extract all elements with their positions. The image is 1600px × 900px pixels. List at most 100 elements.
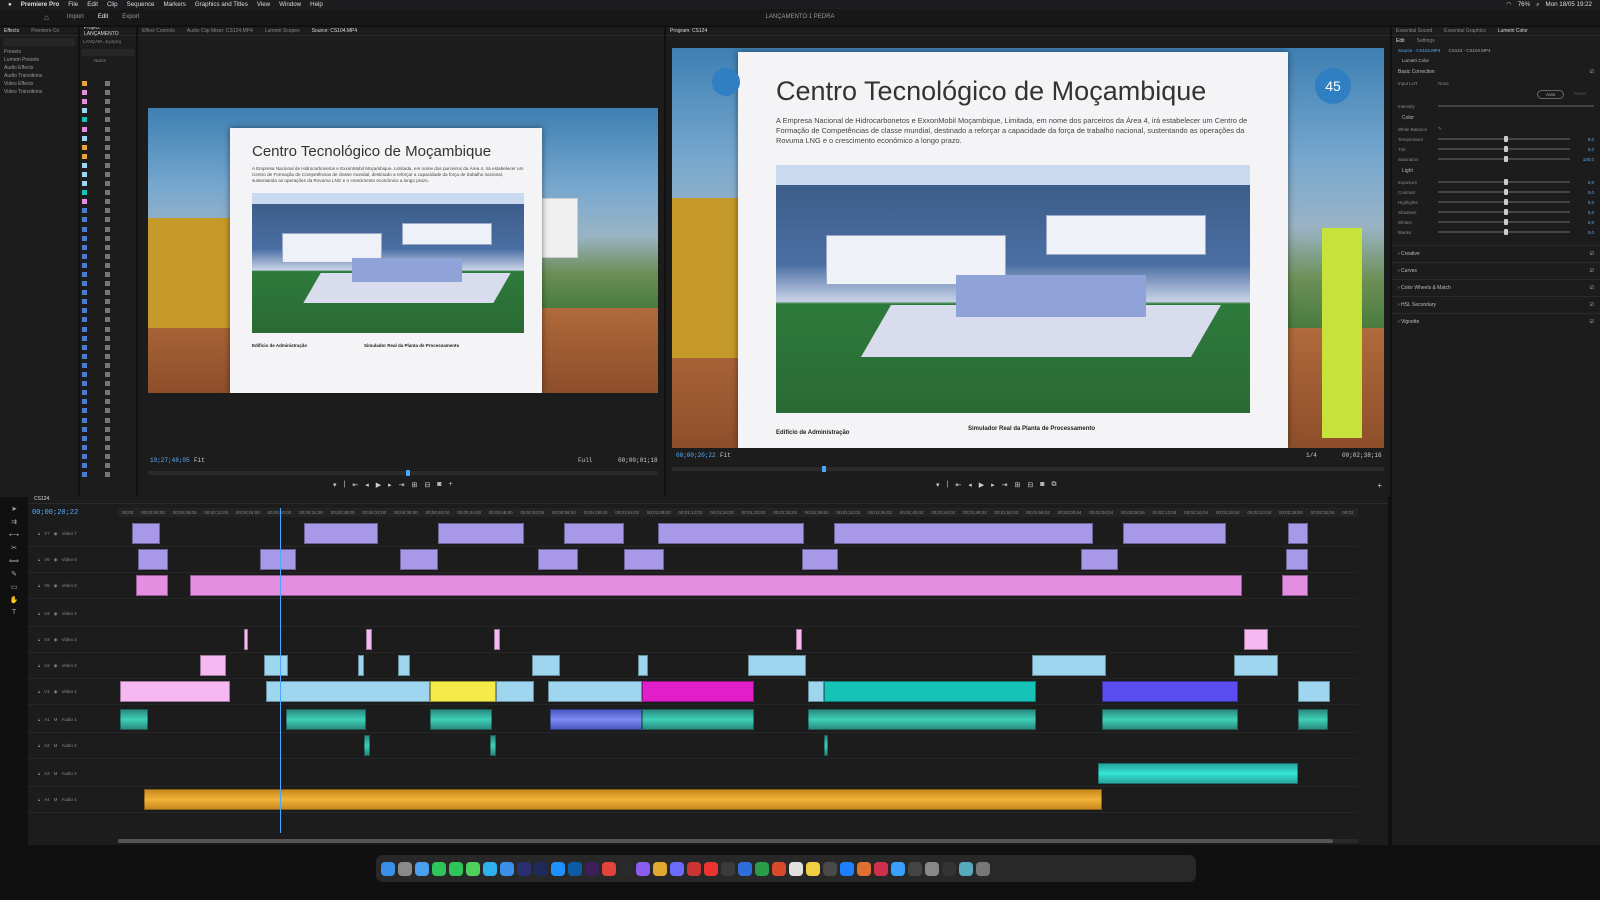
project-item[interactable] (82, 306, 132, 315)
track-header-v2[interactable]: 🔒︎ V2 ◉ Video 2 (28, 653, 118, 679)
slider-value[interactable]: 0,0 (1576, 180, 1594, 185)
slip-tool-icon[interactable]: ⟺ (9, 557, 19, 565)
mute-icon[interactable]: M (54, 717, 58, 722)
video-clip[interactable] (304, 523, 378, 544)
lumetri-sequence[interactable]: CS124 - CS104.MP4 (1449, 48, 1491, 53)
slider-track[interactable] (1438, 136, 1570, 142)
intensity-slider[interactable] (1438, 105, 1594, 107)
video-clip[interactable] (532, 655, 560, 676)
project-bin-list[interactable] (82, 79, 132, 479)
mark-in-icon[interactable]: ▾ (333, 481, 337, 489)
lock-icon[interactable]: 🔒︎ (38, 689, 40, 694)
project-item[interactable] (82, 170, 132, 179)
lumetri-section-header[interactable]: › Color Wheels & Match ☑ (1392, 279, 1600, 296)
slider-track[interactable] (1438, 219, 1570, 225)
dock-app-icon[interactable] (976, 861, 990, 876)
track-header-v3[interactable]: 🔒︎ V3 ◉ Video 3 (28, 627, 118, 653)
razor-tool-icon[interactable]: ✂ (11, 544, 17, 552)
video-clip[interactable] (138, 549, 168, 570)
video-clip[interactable] (638, 655, 648, 676)
lock-icon[interactable]: 🔒︎ (38, 797, 40, 802)
slider-value[interactable]: 0,0 (1576, 230, 1594, 235)
mark-in-icon[interactable]: ▾ (936, 481, 940, 489)
project-item[interactable] (82, 370, 132, 379)
video-clip[interactable] (496, 681, 534, 702)
video-clip[interactable] (260, 549, 296, 570)
video-clip[interactable] (1282, 575, 1308, 596)
project-item[interactable] (82, 334, 132, 343)
slider-knob[interactable] (1504, 179, 1508, 185)
auto-button[interactable]: Auto (1536, 90, 1565, 99)
section-checkbox[interactable]: ☑ (1590, 251, 1594, 257)
track-select-tool-icon[interactable]: ⇉ (11, 518, 17, 526)
track-v7[interactable] (118, 521, 1358, 547)
dock-app-icon[interactable] (602, 861, 616, 876)
video-clip[interactable] (538, 549, 578, 570)
track-header-v6[interactable]: 🔒︎ V6 ◉ Video 6 (28, 547, 118, 573)
project-item[interactable] (82, 434, 132, 443)
source-fit-select[interactable]: Fit (194, 457, 205, 464)
dock-app-icon[interactable] (789, 861, 803, 876)
video-clip[interactable] (264, 655, 288, 676)
slider-knob[interactable] (1504, 156, 1508, 162)
video-clip[interactable] (120, 681, 230, 702)
step-forward-icon[interactable]: ▸ (991, 481, 995, 489)
lock-icon[interactable]: 🔒︎ (38, 531, 40, 536)
eye-icon[interactable]: ◉ (54, 611, 58, 617)
project-item[interactable] (82, 415, 132, 424)
go-to-out-icon[interactable]: ⇥ (1002, 481, 1008, 489)
audio-clip[interactable] (642, 709, 754, 730)
slider-track[interactable] (1438, 209, 1570, 215)
video-clip[interactable] (1286, 549, 1308, 570)
project-item[interactable] (82, 161, 132, 170)
insert-icon[interactable]: ⊞ (412, 481, 418, 489)
slider-value[interactable]: 0,0 (1576, 190, 1594, 195)
project-item[interactable] (82, 388, 132, 397)
dock-app-icon[interactable] (772, 861, 786, 876)
track-a3[interactable] (118, 761, 1358, 787)
lock-icon[interactable]: 🔒︎ (38, 557, 40, 562)
lumetri-section-header[interactable]: › Vignette ☑ (1392, 313, 1600, 330)
track-v1[interactable] (118, 679, 1358, 705)
video-clip[interactable] (624, 549, 664, 570)
input-lut-select[interactable]: None (1438, 81, 1449, 86)
video-clip[interactable] (1032, 655, 1106, 676)
eyedropper-icon[interactable]: ✎ (1438, 126, 1442, 132)
video-clip[interactable] (266, 681, 430, 702)
project-item[interactable] (82, 343, 132, 352)
project-item[interactable] (82, 470, 132, 479)
dock-app-icon[interactable] (823, 861, 837, 876)
slider-knob[interactable] (1504, 136, 1508, 142)
dock-app-icon[interactable] (381, 861, 395, 876)
ripple-edit-tool-icon[interactable]: ⟷ (9, 531, 19, 539)
project-search-input[interactable] (82, 49, 134, 56)
overwrite-icon[interactable]: ⊟ (424, 481, 430, 489)
slider-value[interactable]: 0,0 (1576, 200, 1594, 205)
eye-icon[interactable]: ◉ (54, 689, 58, 695)
video-clip[interactable] (400, 549, 438, 570)
project-item[interactable] (82, 179, 132, 188)
mark-out-icon[interactable]: | (344, 481, 346, 489)
dock-app-icon[interactable] (942, 861, 956, 876)
dock-app-icon[interactable] (568, 861, 582, 876)
track-v6[interactable] (118, 547, 1358, 573)
audio-clip[interactable] (286, 709, 366, 730)
extract-icon[interactable]: ⊟ (1027, 481, 1033, 489)
project-item[interactable] (82, 79, 132, 88)
slider-value[interactable]: 0,0 (1576, 210, 1594, 215)
slider-track[interactable] (1438, 229, 1570, 235)
camera-icon[interactable]: ◙ (437, 481, 441, 489)
go-to-out-icon[interactable]: ⇥ (399, 481, 405, 489)
add-button-icon[interactable]: + (1377, 481, 1382, 490)
section-checkbox[interactable]: ☑ (1590, 302, 1594, 308)
source-resolution-select[interactable]: Full (578, 457, 592, 464)
track-header-a1[interactable]: 🔒︎ A1 M Audio 1 (28, 707, 118, 733)
video-clip[interactable] (358, 655, 364, 676)
slider-value[interactable]: 0,0 (1576, 137, 1594, 142)
track-header-v7[interactable]: 🔒︎ V7 ◉ Video 7 (28, 521, 118, 547)
video-clip[interactable] (244, 629, 248, 650)
step-forward-icon[interactable]: ▸ (388, 481, 392, 489)
slider-value[interactable]: 100,0 (1576, 157, 1594, 162)
slider-value[interactable]: 0,0 (1576, 220, 1594, 225)
dock-app-icon[interactable] (755, 861, 769, 876)
